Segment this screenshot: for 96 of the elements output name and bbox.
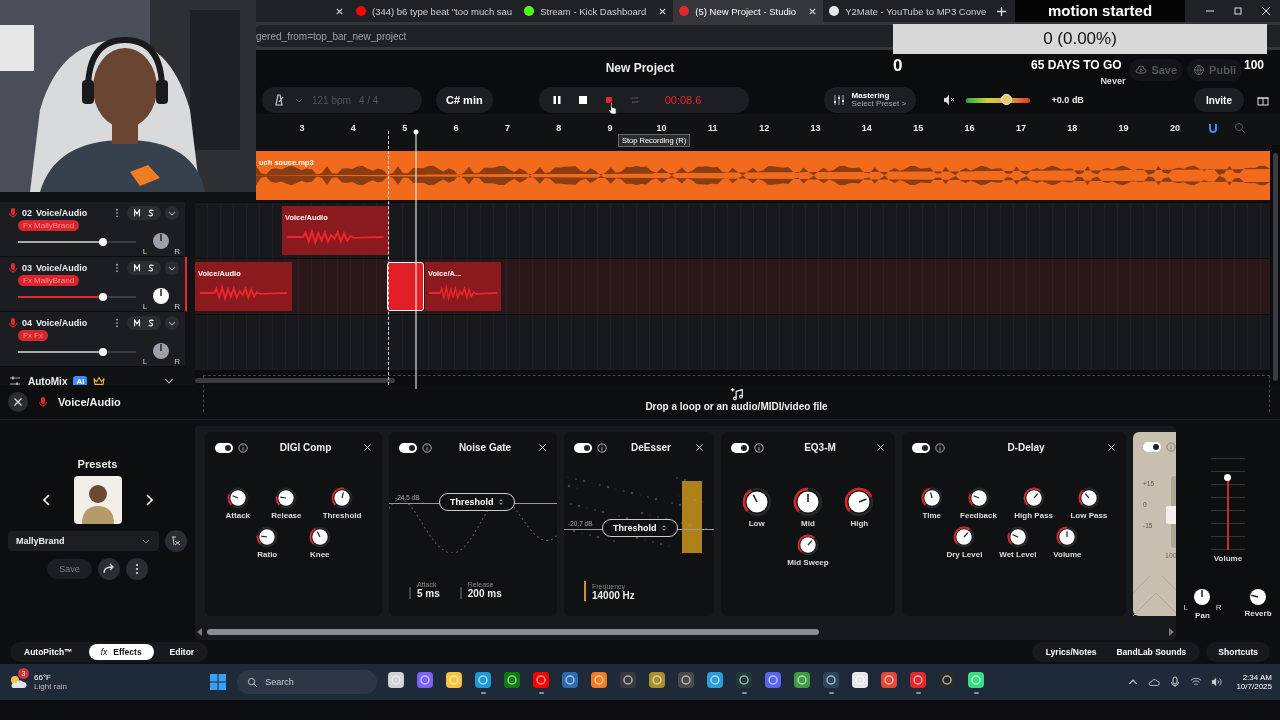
pan-right-label: R bbox=[1215, 603, 1222, 612]
knob-label: Feedback bbox=[960, 511, 997, 520]
bar-number: 20 bbox=[1169, 123, 1180, 133]
bar-number: 12 bbox=[759, 123, 770, 133]
bar-number: 13 bbox=[810, 123, 821, 133]
bar-number: 18 bbox=[1067, 123, 1078, 133]
footer-link[interactable]: Lyrics/Notes bbox=[1035, 644, 1107, 660]
track-name[interactable]: Voice/Audio bbox=[36, 318, 88, 328]
pan-right-label: R bbox=[174, 357, 180, 366]
track-number: 03 bbox=[22, 263, 32, 273]
bar-number: 5 bbox=[402, 123, 408, 133]
knob-label: High bbox=[850, 519, 869, 528]
bar-number: 19 bbox=[1118, 123, 1129, 133]
temperature-text: 66°F bbox=[34, 673, 52, 682]
track-name[interactable]: Voice/Audio bbox=[36, 208, 88, 218]
bar-number: 8 bbox=[556, 123, 562, 133]
pan-left-label: L bbox=[142, 357, 148, 366]
bar-number: 3 bbox=[299, 123, 305, 133]
knob-label: Time bbox=[922, 511, 941, 520]
knob-label: Volume bbox=[1053, 550, 1082, 559]
project-title: New Project bbox=[605, 61, 675, 75]
reverb-label: Reverb bbox=[1244, 609, 1272, 618]
track-header[interactable]: 02 Voice/Audio Fx MallyBrand L R bbox=[0, 202, 185, 257]
bar-number: 6 bbox=[453, 123, 459, 133]
weather-text: Light rain bbox=[34, 682, 67, 691]
browser-tab[interactable]: Stream - Kick Dashboard bbox=[518, 0, 674, 22]
panel-tab[interactable]: fx Effects bbox=[88, 644, 154, 660]
param-value: 14000 Hz bbox=[592, 590, 635, 601]
knob-label: Mid bbox=[801, 519, 815, 528]
browser-tab[interactable]: (344) b6 type beat "too much sau bbox=[350, 0, 519, 22]
goal-countdown: 65 DAYS TO GO bbox=[1031, 58, 1122, 72]
footer-link[interactable]: BandLab Sounds bbox=[1106, 644, 1197, 660]
goal-bar: 0 (0.00%) bbox=[893, 24, 1267, 54]
clock-date[interactable]: 10/7/2025 bbox=[1236, 682, 1272, 691]
stream-alert: motion started bbox=[1015, 0, 1185, 22]
bar-number: 7 bbox=[504, 123, 510, 133]
invite-button[interactable]: Invite bbox=[1193, 88, 1244, 112]
knob-label: Threshold bbox=[322, 511, 362, 520]
browser-tab[interactable]: Y2Mate - YouTube to MP3 Conve bbox=[823, 0, 993, 22]
knob-label: Low Pass bbox=[1070, 511, 1108, 520]
pan-right-label: R bbox=[174, 247, 180, 256]
track-header[interactable]: 04 Voice/Audio Fx Fx L R bbox=[0, 312, 185, 367]
pan-left-label: L bbox=[1183, 603, 1188, 612]
bar-number: 10 bbox=[656, 123, 667, 133]
gain-readout: +0.0 dB bbox=[1051, 95, 1084, 105]
pan-right-label: R bbox=[174, 302, 180, 311]
panel-tab[interactable]: AutoPitch™ bbox=[12, 644, 85, 660]
knob-label: Dry Level bbox=[946, 550, 983, 559]
presets-title: Presets bbox=[77, 458, 118, 470]
knob-label: Wet Level bbox=[999, 550, 1037, 559]
panel-tab[interactable]: Editor bbox=[157, 644, 207, 660]
track-name[interactable]: Voice/Audio bbox=[36, 263, 88, 273]
volume-label: Volume bbox=[1213, 554, 1243, 563]
pan-left-label: L bbox=[142, 302, 148, 311]
knob-label: Knee bbox=[309, 550, 330, 559]
effect-name: DIGI Comp bbox=[278, 442, 333, 453]
mastering-button[interactable]: Mastering Select Preset > bbox=[823, 87, 916, 113]
bar-number: 14 bbox=[861, 123, 872, 133]
bar-number: 9 bbox=[607, 123, 613, 133]
track-header[interactable]: 03 Voice/Audio Fx MallyBrand L R bbox=[0, 257, 187, 312]
last-saved-text: Never bbox=[1100, 76, 1126, 86]
track-number: 04 bbox=[22, 318, 32, 328]
goal-current: 0 bbox=[893, 56, 903, 76]
panel-title: Voice/Audio bbox=[58, 396, 121, 408]
browser-tab[interactable]: (5) New Project - Studio bbox=[673, 0, 824, 22]
knob-label: Attack bbox=[225, 511, 251, 520]
knob-label: Release bbox=[271, 511, 302, 520]
knob-label: Low bbox=[748, 519, 765, 528]
drop-zone-text: Drop a loop or an audio/MIDI/video file bbox=[645, 401, 828, 412]
bar-number: 4 bbox=[350, 123, 356, 133]
bar-number: 15 bbox=[913, 123, 924, 133]
param-value: 5 ms bbox=[417, 588, 440, 599]
effect-name: D-Delay bbox=[1006, 442, 1046, 453]
clock-time[interactable]: 2:34 AM bbox=[1242, 673, 1272, 682]
goal-target: 100 bbox=[1244, 58, 1265, 72]
search-field[interactable]: Search bbox=[237, 670, 378, 694]
knob-label: Ratio bbox=[257, 550, 278, 559]
param-value: 200 ms bbox=[467, 588, 502, 599]
bar-number: 16 bbox=[964, 123, 975, 133]
pan-label: Pan bbox=[1195, 611, 1210, 620]
key-button[interactable]: C# min bbox=[436, 87, 493, 113]
pan-left-label: L bbox=[142, 247, 148, 256]
bar-number: 11 bbox=[708, 123, 718, 133]
effect-name: Noise Gate bbox=[457, 442, 513, 453]
bar-number: 17 bbox=[1015, 123, 1026, 133]
knob-label: High Pass bbox=[1014, 511, 1054, 520]
effect-name: EQ3-M bbox=[803, 442, 837, 453]
threshold-button[interactable]: Threshold bbox=[602, 519, 678, 537]
knob-label: Mid Sweep bbox=[787, 558, 829, 567]
shortcuts-button[interactable]: Shortcuts bbox=[1206, 642, 1270, 662]
threshold-button[interactable]: Threshold bbox=[439, 493, 515, 511]
track-number: 02 bbox=[22, 208, 32, 218]
time-display: 00:08.6 bbox=[664, 94, 702, 106]
effect-name: DeEsser bbox=[630, 442, 672, 453]
automix-label[interactable]: AutoMix bbox=[28, 375, 68, 387]
preset-dropdown[interactable]: MallyBrand bbox=[8, 531, 159, 551]
